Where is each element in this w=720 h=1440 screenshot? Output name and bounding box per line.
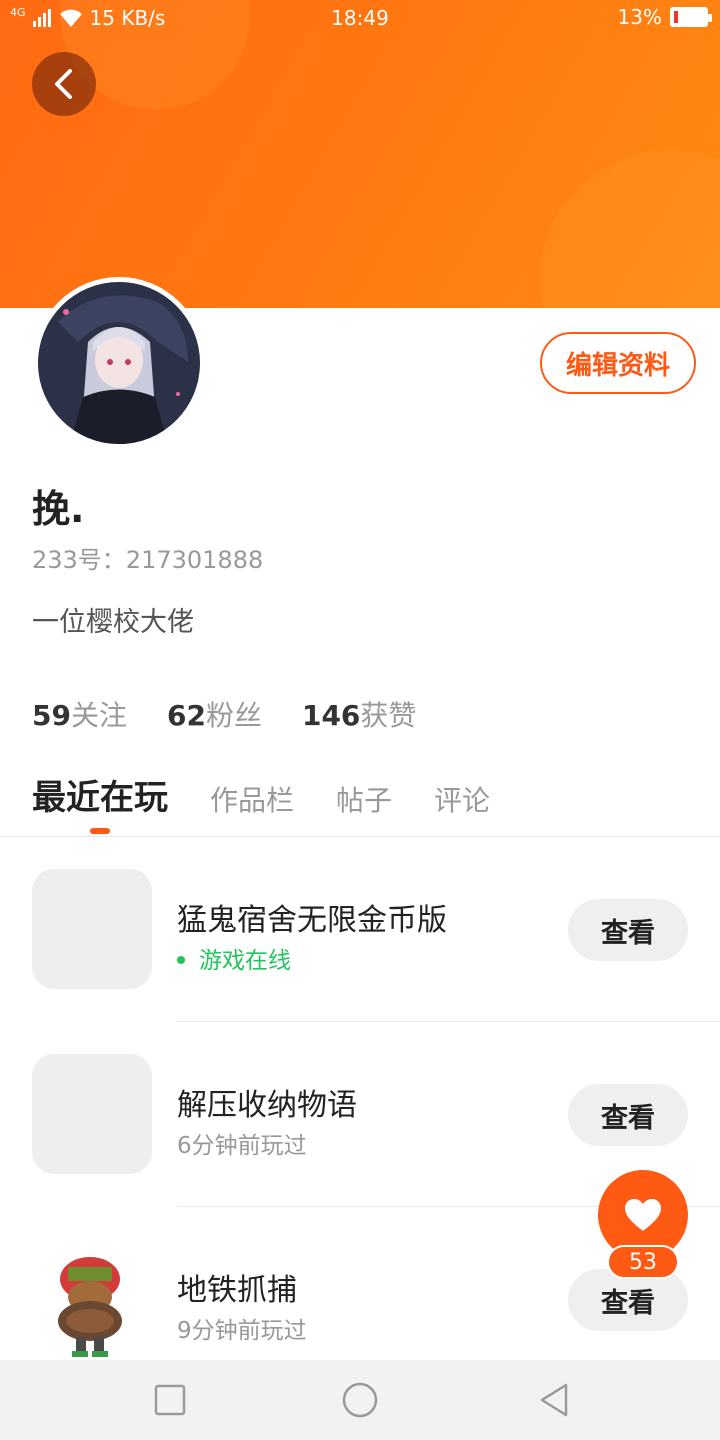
game-title: 解压收纳物语	[177, 1088, 357, 1123]
back-button[interactable]	[32, 52, 96, 116]
game-status: 9分钟前玩过	[177, 1318, 307, 1344]
stat-followers[interactable]: 62粉丝	[167, 694, 262, 734]
list-item[interactable]: 解压收纳物语 6分钟前玩过 查看	[0, 1022, 720, 1207]
status-bar: 4G 15 KB/s 18:49 13%	[0, 0, 720, 36]
back-nav-icon[interactable]	[536, 1382, 572, 1418]
game-status: 6分钟前玩过	[177, 1133, 307, 1159]
stat-following[interactable]: 59关注	[32, 694, 127, 734]
stat-number: 62	[166, 699, 206, 732]
battery-icon	[670, 7, 712, 27]
list-item[interactable]: 猛鬼宿舍无限金币版 游戏在线 查看	[0, 837, 720, 1022]
game-title: 猛鬼宿舍无限金币版	[177, 903, 447, 938]
tab-indicator	[90, 828, 110, 834]
avatar[interactable]	[33, 277, 205, 449]
profile-tabs: 最近在玩 作品栏 帖子 评论	[32, 770, 490, 834]
clock: 18:49	[331, 6, 389, 30]
battery-percent: 13%	[617, 5, 662, 29]
anime-avatar-image	[38, 282, 200, 444]
game-icon	[32, 1054, 152, 1174]
user-name: 挽.	[32, 487, 85, 531]
heart-icon	[625, 1199, 661, 1231]
stat-number: 59	[32, 699, 71, 732]
tab-posts[interactable]: 帖子	[336, 779, 392, 819]
like-count-badge: 53	[607, 1245, 679, 1279]
stat-label: 获赞	[360, 699, 417, 732]
home-icon[interactable]	[342, 1382, 378, 1418]
battery-fill	[674, 11, 678, 23]
profile-stats: 59关注 62粉丝 146获赞	[32, 694, 416, 734]
chevron-left-icon	[55, 69, 72, 99]
system-nav-bar	[0, 1360, 720, 1440]
view-button[interactable]: 查看	[568, 899, 688, 961]
stat-label: 粉丝	[205, 699, 262, 732]
game-title: 地铁抓捕	[177, 1273, 297, 1308]
tab-recent-games[interactable]: 最近在玩	[32, 770, 168, 834]
game-status-text: 游戏在线	[199, 948, 291, 974]
edit-profile-button[interactable]: 编辑资料	[540, 332, 696, 394]
stat-likes[interactable]: 146获赞	[302, 694, 416, 734]
game-status: 游戏在线	[177, 941, 291, 975]
game-icon	[32, 869, 152, 989]
tab-comments[interactable]: 评论	[434, 779, 490, 819]
game-icon	[32, 1239, 152, 1359]
profile-banner	[0, 0, 720, 308]
tab-label: 最近在玩	[32, 778, 168, 818]
online-dot-icon	[177, 955, 185, 964]
user-id: 233号：217301888	[32, 546, 264, 574]
stat-number: 146	[301, 699, 361, 732]
recent-apps-icon[interactable]	[152, 1382, 188, 1418]
view-button[interactable]: 查看	[568, 1084, 688, 1146]
banner-decoration	[540, 150, 720, 308]
tab-works[interactable]: 作品栏	[210, 779, 294, 819]
user-bio: 一位樱校大佬	[32, 607, 194, 638]
stat-label: 关注	[70, 699, 127, 732]
